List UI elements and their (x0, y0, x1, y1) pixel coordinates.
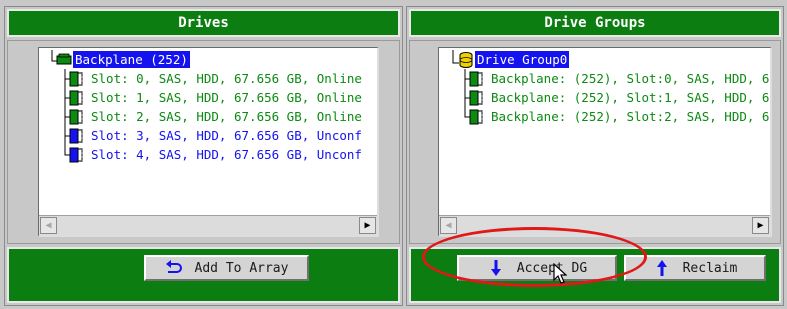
drives-button-bar: Add To Array (7, 247, 400, 303)
arrow-up-icon (653, 259, 671, 277)
drive-online-icon (463, 107, 489, 126)
drives-tree-frame: Backplane (252) Slot: 0, SAS, HDD, 67.65… (7, 40, 400, 244)
drive-unconfigured-icon (63, 126, 89, 145)
arrow-down-icon (487, 259, 505, 277)
tree-node-drive-group0[interactable]: Drive Group0 (449, 50, 570, 69)
drive-group-editor: Drives Backplane (252) Slot: 0, SAS, HDD… (0, 0, 787, 309)
tree-node-label: Slot: 2, SAS, HDD, 67.656 GB, Online (91, 109, 362, 124)
tree-node-slot-2[interactable]: Slot: 2, SAS, HDD, 67.656 GB, Online (63, 107, 364, 126)
drive-groups-panel: Drive Groups Drive Group0 Backplane: (25… (406, 6, 784, 306)
tree-node-label: Slot: 4, SAS, HDD, 67.656 GB, Unconf (91, 147, 362, 162)
tree-node-group-drive-0[interactable]: Backplane: (252), Slot:0, SAS, HDD, 6 (463, 69, 770, 88)
add-to-array-button[interactable]: Add To Array (144, 255, 309, 281)
tree-node-slot-0[interactable]: Slot: 0, SAS, HDD, 67.656 GB, Online (63, 69, 364, 88)
tree-node-label: Slot: 1, SAS, HDD, 67.656 GB, Online (91, 90, 362, 105)
scroll-left-icon[interactable]: ◀ (40, 217, 57, 234)
drive-online-icon (63, 107, 89, 126)
accept-dg-label: Accept DG (516, 260, 588, 276)
accept-dg-button[interactable]: Accept DG (457, 255, 617, 281)
undo-arrow-icon (165, 259, 183, 277)
database-icon (449, 50, 475, 69)
drive-groups-tree-frame: Drive Group0 Backplane: (252), Slot:0, S… (409, 40, 781, 244)
tree-node-group-drive-2[interactable]: Backplane: (252), Slot:2, SAS, HDD, 6 (463, 107, 770, 126)
drive-online-icon (463, 88, 489, 107)
horizontal-scrollbar[interactable]: ◀ ▶ (39, 215, 377, 235)
drive-online-icon (463, 69, 489, 88)
tree-node-group-drive-1[interactable]: Backplane: (252), Slot:1, SAS, HDD, 6 (463, 88, 770, 107)
tree-node-slot-1[interactable]: Slot: 1, SAS, HDD, 67.656 GB, Online (63, 88, 364, 107)
drive-groups-button-bar: Accept DG Reclaim (409, 247, 781, 303)
drives-header: Drives (7, 9, 400, 37)
tree-node-slot-4[interactable]: Slot: 4, SAS, HDD, 67.656 GB, Unconf (63, 145, 364, 164)
tree-node-label: Backplane: (252), Slot:0, SAS, HDD, 6 (491, 71, 770, 86)
tree-node-label: Backplane (252) (73, 51, 190, 68)
drive-online-icon (63, 88, 89, 107)
drive-unconfigured-icon (63, 145, 89, 164)
scroll-right-icon[interactable]: ▶ (359, 217, 376, 234)
tree-node-slot-3[interactable]: Slot: 3, SAS, HDD, 67.656 GB, Unconf (63, 126, 364, 145)
drives-tree: Backplane (252) Slot: 0, SAS, HDD, 67.65… (38, 47, 379, 237)
tree-node-label: Backplane: (252), Slot:2, SAS, HDD, 6 (491, 109, 770, 124)
scroll-left-icon[interactable]: ◀ (440, 217, 457, 234)
drive-groups-header: Drive Groups (409, 9, 781, 37)
backplane-icon (47, 50, 73, 69)
mouse-cursor-icon (553, 263, 567, 284)
scroll-right-icon[interactable]: ▶ (752, 217, 769, 234)
tree-node-label: Drive Group0 (475, 51, 570, 68)
reclaim-button[interactable]: Reclaim (624, 255, 766, 281)
horizontal-scrollbar[interactable]: ◀ ▶ (439, 215, 770, 235)
tree-node-label: Slot: 0, SAS, HDD, 67.656 GB, Online (91, 71, 362, 86)
tree-node-label: Slot: 3, SAS, HDD, 67.656 GB, Unconf (91, 128, 362, 143)
tree-node-label: Backplane: (252), Slot:1, SAS, HDD, 6 (491, 90, 770, 105)
tree-node-backplane[interactable]: Backplane (252) (47, 50, 190, 69)
add-to-array-label: Add To Array (194, 260, 289, 276)
reclaim-label: Reclaim (682, 260, 738, 276)
drive-groups-tree: Drive Group0 Backplane: (252), Slot:0, S… (438, 47, 772, 237)
drive-online-icon (63, 69, 89, 88)
drives-panel: Drives Backplane (252) Slot: 0, SAS, HDD… (4, 6, 403, 306)
